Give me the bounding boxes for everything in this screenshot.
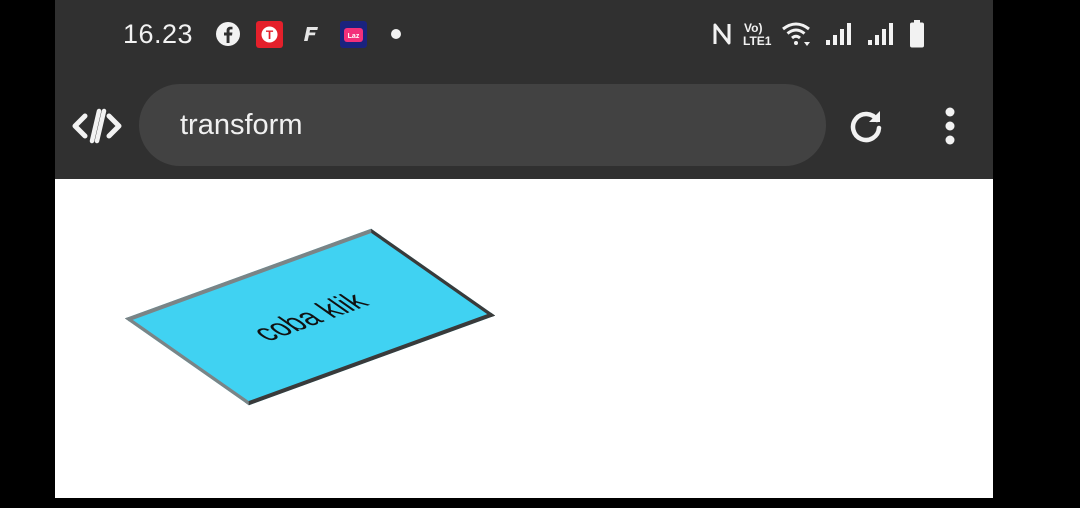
- signal-2-icon: [867, 20, 897, 48]
- url-text[interactable]: transform: [180, 109, 302, 142]
- svg-text:T: T: [266, 28, 274, 42]
- box-label: coba klik: [242, 287, 377, 347]
- browser-toolbar: transform: [55, 72, 993, 179]
- nfc-icon: [711, 20, 733, 48]
- svg-text:LTE1: LTE1: [743, 34, 772, 48]
- web-content: coba klik: [55, 179, 993, 498]
- more-vert-icon[interactable]: [939, 106, 961, 146]
- transformed-box-button[interactable]: coba klik: [124, 228, 496, 406]
- signal-1-icon: [825, 20, 855, 48]
- status-bar: 16.23 T Laz Vo) LTE1: [55, 0, 993, 72]
- svg-text:Laz: Laz: [348, 33, 360, 40]
- url-bar[interactable]: transform: [139, 84, 826, 166]
- f-app-icon: [301, 20, 321, 48]
- lazada-app-icon: Laz: [339, 20, 368, 48]
- svg-text:Vo): Vo): [744, 21, 762, 35]
- battery-icon: [908, 20, 926, 48]
- facebook-icon: [215, 20, 241, 48]
- clock: 16.23: [123, 19, 194, 49]
- wifi-icon: [780, 20, 812, 48]
- phone-screen: 16.23 T Laz Vo) LTE1 transform coba klik: [55, 0, 993, 498]
- telkomsel-app-icon: T: [255, 20, 284, 48]
- reload-icon[interactable]: [847, 107, 885, 145]
- volte-icon: Vo) LTE1: [742, 20, 776, 48]
- code-editor-icon[interactable]: [72, 108, 122, 144]
- dot-icon: [389, 20, 403, 48]
